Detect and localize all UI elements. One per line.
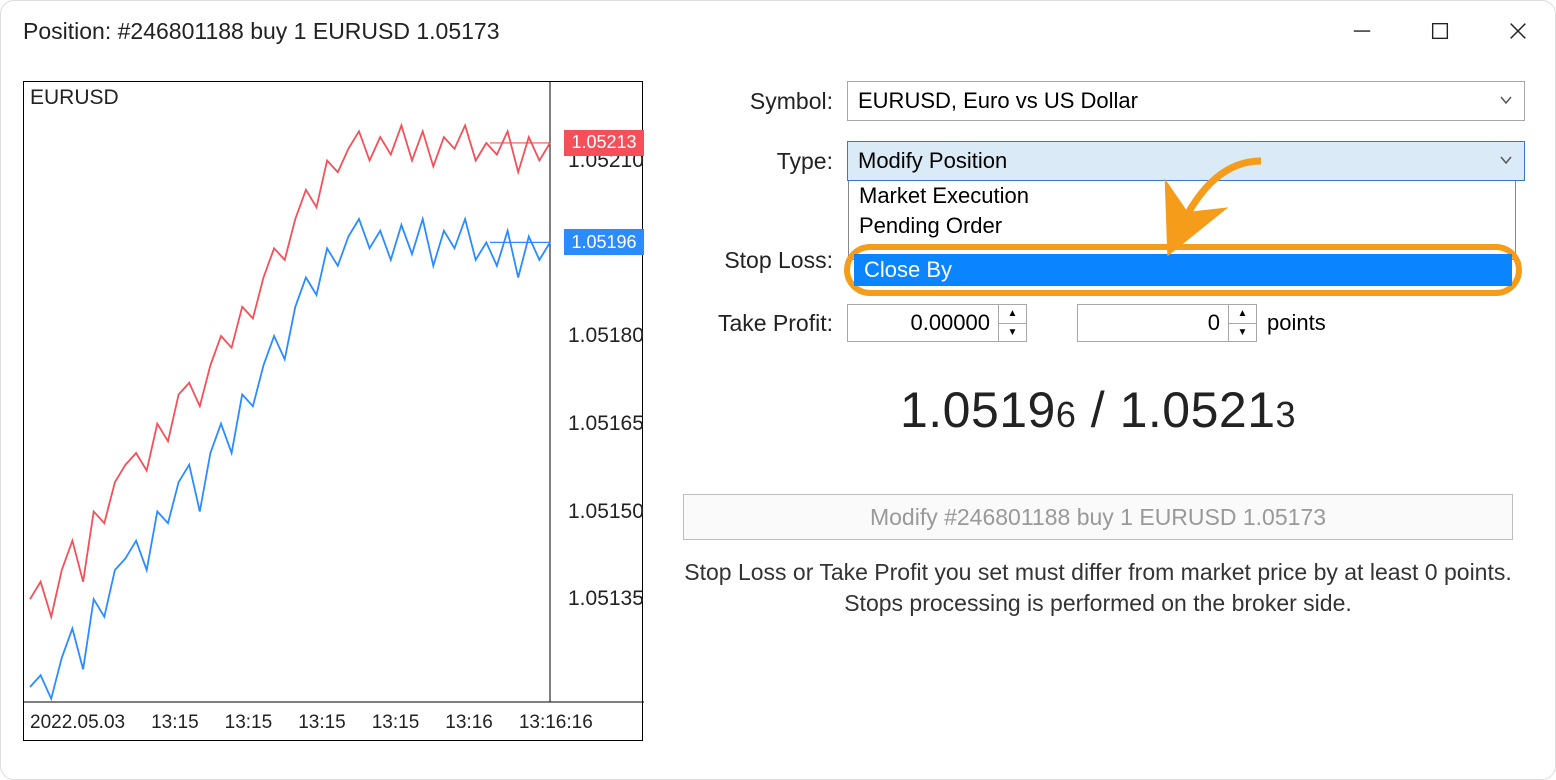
dropdown-option-hidden[interactable] [849,241,1515,259]
type-row: Type: Modify Position [671,141,1525,181]
price-separator: / [1076,382,1119,438]
tp-points-value: 0 [1208,310,1220,336]
tp-points-step-down[interactable]: ▼ [1229,324,1256,342]
close-button[interactable] [1503,16,1533,46]
type-select[interactable]: Modify Position [847,141,1525,181]
dropdown-option-market[interactable]: Market Execution [849,181,1515,211]
content-area: EURUSD 1.052101.051951.051801.051651.051… [1,71,1555,779]
tp-spinners: ▲ ▼ [998,305,1026,341]
y-tick-label: 1.05135 [568,587,644,611]
type-value: Modify Position [858,148,1007,174]
tp-value: 0.00000 [910,310,990,336]
symbol-row: Symbol: EURUSD, Euro vs US Dollar [671,81,1525,121]
chevron-down-icon [1498,148,1514,174]
bid-last-digit: 6 [1056,394,1077,435]
chart-canvas [24,82,644,742]
maximize-icon [1429,20,1451,42]
minimize-button[interactable] [1347,16,1377,46]
titlebar: Position: #246801188 buy 1 EURUSD 1.0517… [1,1,1555,61]
symbol-label: Symbol: [671,88,847,115]
x-tick-label: 13:15 [151,712,199,734]
tp-points-step-up[interactable]: ▲ [1229,305,1256,324]
x-axis-labels: 2022.05.03 13:15 13:15 13:15 13:15 13:16 13:16… [24,712,642,734]
tp-points-spinners: ▲ ▼ [1228,305,1256,341]
y-tick-label: 1.05165 [568,412,644,436]
maximize-button[interactable] [1425,16,1455,46]
take-profit-label: Take Profit: [671,310,847,337]
type-label: Type: [671,148,847,175]
take-profit-row: Take Profit: 0.00000 ▲ ▼ 0 ▲ ▼ poin [671,304,1525,342]
points-label: points [1267,310,1326,336]
stop-loss-label: Stop Loss: [671,247,847,274]
bid-main: 1.0519 [900,382,1056,438]
ask-main: 1.0521 [1120,382,1276,438]
x-tick-label: 13:15 [372,712,420,734]
bid-price-flag: 1.05196 [564,229,644,255]
stop-loss-row: Stop Loss: [671,247,847,274]
y-tick-label: 1.05180 [568,324,644,348]
info-text: Stop Loss or Take Profit you set must di… [683,557,1513,619]
symbol-value: EURUSD, Euro vs US Dollar [858,88,1138,114]
close-icon [1507,20,1529,42]
x-tick-label: 13:16:16 [519,712,593,734]
take-profit-input[interactable]: 0.00000 ▲ ▼ [847,304,1027,342]
ask-price-flag: 1.05213 [564,130,644,156]
take-profit-points-input[interactable]: 0 ▲ ▼ [1077,304,1257,342]
dropdown-option-pending[interactable]: Pending Order [849,211,1515,241]
window-controls [1347,16,1533,46]
x-tick-label: 13:16 [445,712,493,734]
modify-button[interactable]: Modify #246801188 buy 1 EURUSD 1.05173 [683,494,1513,540]
window-title: Position: #246801188 buy 1 EURUSD 1.0517… [23,18,1347,45]
info-line-2: Stops processing is performed on the bro… [844,590,1352,616]
price-chart: EURUSD 1.052101.051951.051801.051651.051… [23,81,643,741]
type-dropdown[interactable]: Market Execution Pending Order [848,181,1516,260]
tp-step-up[interactable]: ▲ [999,305,1026,324]
position-window: Position: #246801188 buy 1 EURUSD 1.0517… [0,0,1556,780]
x-tick-label: 13:15 [225,712,273,734]
minimize-icon [1351,20,1373,42]
chevron-down-icon [1498,88,1514,114]
symbol-select[interactable]: EURUSD, Euro vs US Dollar [847,81,1525,121]
price-display: 1.05196 / 1.05213 [671,381,1525,439]
tp-step-down[interactable]: ▼ [999,324,1026,342]
x-tick-label: 13:15 [298,712,346,734]
y-tick-label: 1.05150 [568,500,644,524]
info-line-1: Stop Loss or Take Profit you set must di… [684,559,1512,585]
order-form: Symbol: EURUSD, Euro vs US Dollar Type: … [671,81,1525,201]
x-tick-label: 2022.05.03 [30,712,125,734]
ask-last-digit: 3 [1276,394,1297,435]
